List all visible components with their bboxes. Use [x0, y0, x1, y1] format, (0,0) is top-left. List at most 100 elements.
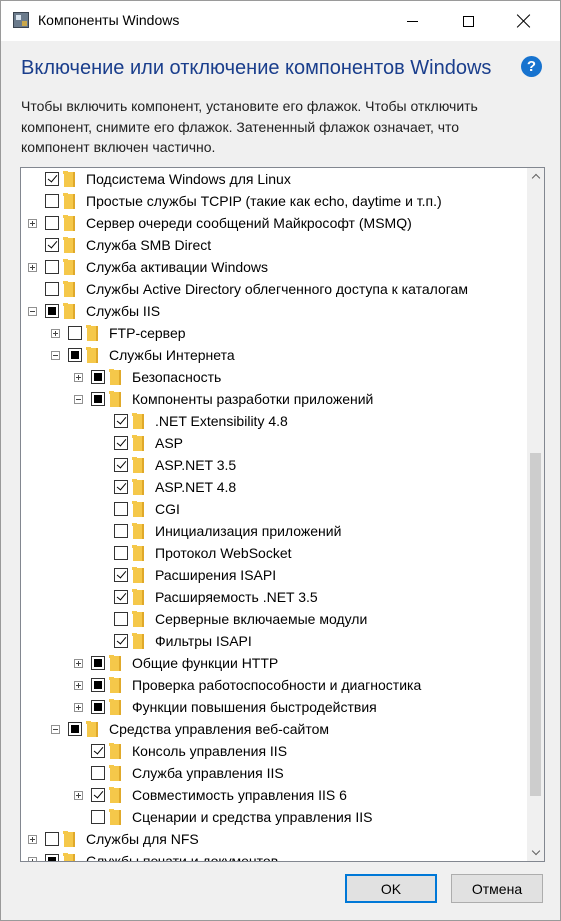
feature-checkbox[interactable]: [114, 414, 128, 428]
features-tree[interactable]: Подсистема Windows для Linux Простые служ…: [20, 167, 545, 862]
expand-icon[interactable]: [28, 263, 37, 272]
expand-icon[interactable]: [28, 219, 37, 228]
title-bar[interactable]: Компоненты Windows: [1, 1, 560, 41]
tree-item[interactable]: Служба SMB Direct: [21, 235, 528, 257]
tree-item[interactable]: Служба активации Windows: [21, 257, 528, 279]
tree-item[interactable]: Службы IIS: [21, 301, 528, 323]
tree-item[interactable]: CGI: [21, 499, 528, 521]
help-icon[interactable]: ?: [521, 56, 542, 77]
tree-item-label: Серверные включаемые модули: [155, 611, 368, 627]
folder-icon: [109, 391, 121, 407]
expand-icon[interactable]: [74, 373, 83, 382]
tree-item[interactable]: Службы Active Directory облегченного дос…: [21, 279, 528, 301]
feature-checkbox[interactable]: [91, 788, 105, 802]
feature-checkbox[interactable]: [91, 392, 105, 406]
tree-item[interactable]: Функции повышения быстродействия: [21, 697, 528, 719]
folder-icon: [86, 347, 98, 363]
tree-item[interactable]: Инициализация приложений: [21, 521, 528, 543]
expand-icon[interactable]: [74, 791, 83, 800]
tree-item[interactable]: Служба управления IIS: [21, 763, 528, 785]
minimize-button[interactable]: [389, 1, 435, 41]
scroll-thumb[interactable]: [530, 453, 541, 796]
feature-checkbox[interactable]: [68, 722, 82, 736]
tree-item[interactable]: .NET Extensibility 4.8: [21, 411, 528, 433]
collapse-icon[interactable]: [51, 725, 60, 734]
collapse-icon[interactable]: [51, 351, 60, 360]
tree-item[interactable]: ASP.NET 3.5: [21, 455, 528, 477]
tree-item[interactable]: Расширения ISAPI: [21, 565, 528, 587]
tree-item[interactable]: Подсистема Windows для Linux: [21, 169, 528, 191]
tree-item[interactable]: ASP.NET 4.8: [21, 477, 528, 499]
tree-item[interactable]: Протокол WebSocket: [21, 543, 528, 565]
tree-item[interactable]: Простые службы TCPIP (такие как echo, da…: [21, 191, 528, 213]
tree-item[interactable]: Фильтры ISAPI: [21, 631, 528, 653]
tree-item[interactable]: Средства управления веб-сайтом: [21, 719, 528, 741]
tree-item[interactable]: Компоненты разработки приложений: [21, 389, 528, 411]
feature-checkbox[interactable]: [91, 656, 105, 670]
expand-icon[interactable]: [74, 659, 83, 668]
feature-checkbox[interactable]: [114, 436, 128, 450]
feature-checkbox[interactable]: [91, 810, 105, 824]
feature-checkbox[interactable]: [114, 458, 128, 472]
tree-item[interactable]: Общие функции HTTP: [21, 653, 528, 675]
expand-icon[interactable]: [74, 681, 83, 690]
feature-checkbox[interactable]: [91, 766, 105, 780]
maximize-button[interactable]: [445, 1, 491, 41]
feature-checkbox[interactable]: [91, 370, 105, 384]
cancel-button[interactable]: Отмена: [451, 874, 543, 903]
expand-icon[interactable]: [74, 703, 83, 712]
tree-item[interactable]: Безопасность: [21, 367, 528, 389]
tree-item-label: Совместимость управления IIS 6: [132, 787, 347, 803]
collapse-icon[interactable]: [74, 395, 83, 404]
tree-item[interactable]: Серверные включаемые модули: [21, 609, 528, 631]
feature-checkbox[interactable]: [114, 612, 128, 626]
tree-item[interactable]: Расширяемость .NET 3.5: [21, 587, 528, 609]
feature-checkbox[interactable]: [45, 282, 59, 296]
collapse-icon[interactable]: [28, 307, 37, 316]
feature-checkbox[interactable]: [68, 348, 82, 362]
maximize-icon: [462, 15, 474, 27]
tree-item-label: .NET Extensibility 4.8: [155, 413, 288, 429]
expand-icon[interactable]: [28, 835, 37, 844]
tree-item[interactable]: Консоль управления IIS: [21, 741, 528, 763]
feature-checkbox[interactable]: [114, 480, 128, 494]
vertical-scrollbar[interactable]: [527, 168, 544, 861]
expand-icon[interactable]: [51, 329, 60, 338]
feature-checkbox[interactable]: [114, 634, 128, 648]
feature-checkbox[interactable]: [114, 524, 128, 538]
tree-item[interactable]: Сценарии и средства управления IIS: [21, 807, 528, 829]
feature-checkbox[interactable]: [45, 172, 59, 186]
feature-checkbox[interactable]: [91, 700, 105, 714]
tree-item[interactable]: Службы печати и документов: [21, 851, 528, 861]
feature-checkbox[interactable]: [114, 502, 128, 516]
tree-item[interactable]: Службы для NFS: [21, 829, 528, 851]
close-button[interactable]: [501, 1, 547, 41]
feature-checkbox[interactable]: [45, 832, 59, 846]
page-title: Включение или отключение компонентов Win…: [21, 57, 492, 79]
tree-item-label: Службы для NFS: [86, 831, 199, 847]
scroll-up-button[interactable]: [527, 168, 544, 185]
feature-checkbox[interactable]: [45, 216, 59, 230]
feature-checkbox[interactable]: [68, 326, 82, 340]
tree-item[interactable]: Службы Интернета: [21, 345, 528, 367]
tree-item[interactable]: Совместимость управления IIS 6: [21, 785, 528, 807]
feature-checkbox[interactable]: [114, 590, 128, 604]
feature-checkbox[interactable]: [114, 568, 128, 582]
tree-item[interactable]: FTP-сервер: [21, 323, 528, 345]
feature-checkbox[interactable]: [45, 304, 59, 318]
scroll-down-button[interactable]: [527, 844, 544, 861]
feature-checkbox[interactable]: [91, 678, 105, 692]
chevron-up-icon: [531, 173, 540, 183]
feature-checkbox[interactable]: [45, 194, 59, 208]
windows-features-dialog: Компоненты Windows Включение или отключе…: [0, 0, 561, 921]
tree-item[interactable]: ASP: [21, 433, 528, 455]
ok-button[interactable]: OK: [345, 874, 437, 903]
feature-checkbox[interactable]: [45, 238, 59, 252]
feature-checkbox[interactable]: [91, 744, 105, 758]
feature-checkbox[interactable]: [45, 260, 59, 274]
tree-item[interactable]: Проверка работоспособности и диагностика: [21, 675, 528, 697]
feature-checkbox[interactable]: [45, 854, 59, 861]
feature-checkbox[interactable]: [114, 546, 128, 560]
expand-icon[interactable]: [28, 857, 37, 861]
tree-item[interactable]: Сервер очереди сообщений Майкрософт (MSM…: [21, 213, 528, 235]
